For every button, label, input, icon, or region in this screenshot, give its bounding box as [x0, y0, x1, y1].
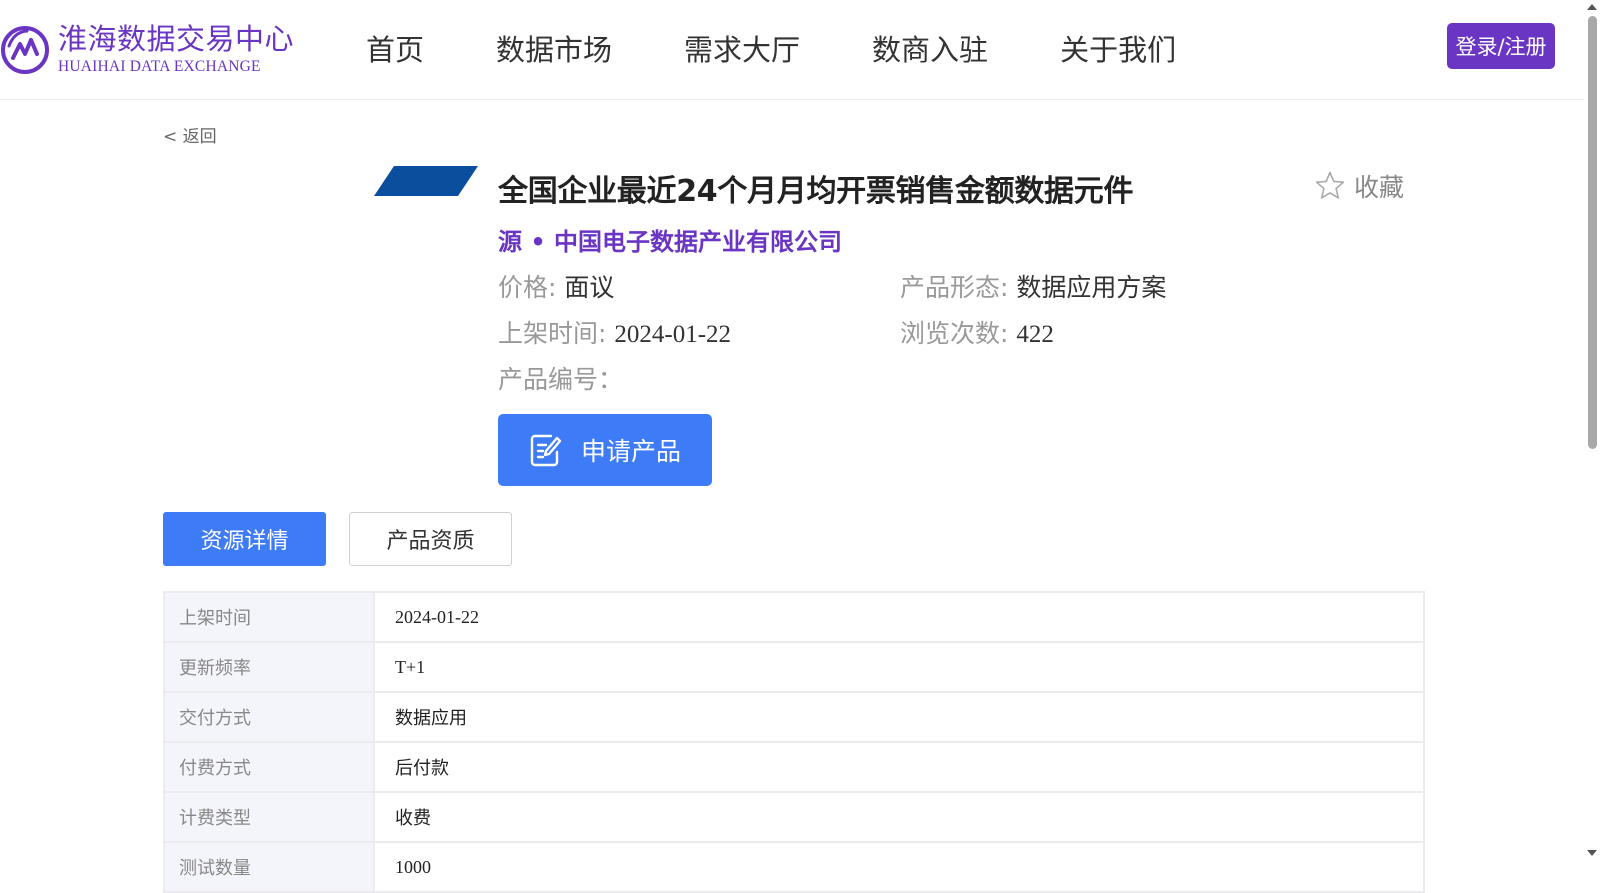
logo-english-name: HUAIHAI DATA EXCHANGE: [58, 58, 261, 75]
star-outline-icon: [1315, 171, 1345, 199]
scroll-up-arrow-icon[interactable]: [1587, 4, 1597, 10]
tab-product-qualification[interactable]: 产品资质: [349, 512, 512, 566]
code-info: 产品编号：: [498, 360, 623, 396]
form-value: 数据应用方案: [1016, 273, 1167, 302]
listed-value: 2024-01-22: [614, 321, 732, 348]
listed-info: 上架时间: 2024-01-22: [498, 314, 731, 350]
detail-value: 数据应用: [373, 691, 1425, 743]
apply-product-button[interactable]: 申请产品: [498, 414, 712, 486]
detail-value: T+1: [373, 641, 1425, 693]
views-info: 浏览次数: 422: [900, 314, 1054, 350]
detail-key: 付费方式: [163, 741, 375, 793]
price-label: 价格:: [498, 273, 565, 302]
table-row: 更新频率 T+1: [163, 641, 1425, 693]
table-row: 付费方式 后付款: [163, 741, 1425, 793]
nav-about-us[interactable]: 关于我们: [1060, 27, 1176, 69]
favorite-label: 收藏: [1354, 173, 1405, 202]
price-value: 面议: [564, 273, 615, 302]
detail-key: 更新频率: [163, 641, 375, 693]
page-scrollbar[interactable]: [1584, 0, 1600, 861]
detail-key: 交付方式: [163, 691, 375, 743]
back-link[interactable]: < 返回: [163, 122, 217, 147]
main-nav: 首页 数据市场 需求大厅 数商入驻 关于我们: [366, 26, 1248, 70]
scroll-thumb[interactable]: [1588, 16, 1597, 449]
apply-product-label: 申请产品: [580, 437, 681, 466]
tab-resource-details[interactable]: 资源详情: [163, 512, 326, 566]
huaihai-logo-icon: [1, 26, 49, 74]
detail-value: 1000: [373, 841, 1425, 893]
table-row: 上架时间 2024-01-22: [163, 591, 1425, 643]
favorite-button[interactable]: 收藏: [1314, 168, 1404, 204]
price-info: 价格: 面议: [498, 268, 614, 304]
table-row: 交付方式 数据应用: [163, 691, 1425, 743]
scroll-down-arrow-icon[interactable]: [1587, 850, 1597, 856]
nav-home[interactable]: 首页: [366, 27, 424, 69]
logo-chinese-name: 淮海数据交易中心: [58, 22, 295, 56]
detail-key: 测试数量: [163, 841, 375, 893]
views-value: 422: [1016, 321, 1054, 348]
form-info: 产品形态: 数据应用方案: [900, 268, 1166, 304]
logo-text: 淮海数据交易中心 HUAIHAI DATA EXCHANGE: [58, 22, 294, 78]
code-label: 产品编号：: [498, 365, 624, 394]
site-header: 淮海数据交易中心 HUAIHAI DATA EXCHANGE 首页 数据市场 需…: [0, 0, 1600, 100]
edit-document-icon: [530, 434, 562, 467]
detail-key: 上架时间: [163, 591, 375, 643]
product-thumbnail: [374, 166, 478, 196]
table-row: 计费类型 收费: [163, 791, 1425, 843]
detail-value: 收费: [373, 791, 1425, 843]
product-title: 全国企业最近24个月月均开票销售金额数据元件: [498, 174, 1134, 209]
product-source[interactable]: 源 • 中国电子数据产业有限公司: [498, 222, 842, 257]
detail-value: 2024-01-22: [373, 591, 1425, 643]
views-label: 浏览次数:: [900, 319, 1017, 348]
detail-key: 计费类型: [163, 791, 375, 843]
nav-merchant-join[interactable]: 数商入驻: [872, 27, 988, 69]
form-label: 产品形态:: [900, 273, 1017, 302]
detail-value: 后付款: [373, 741, 1425, 793]
details-table: 上架时间 2024-01-22 更新频率 T+1 交付方式 数据应用 付费方式 …: [163, 591, 1425, 893]
site-logo[interactable]: 淮海数据交易中心 HUAIHAI DATA EXCHANGE: [0, 22, 294, 78]
table-row: 测试数量 1000: [163, 841, 1425, 893]
listed-label: 上架时间:: [498, 319, 615, 348]
nav-data-market[interactable]: 数据市场: [496, 27, 612, 69]
nav-demand-hall[interactable]: 需求大厅: [684, 27, 800, 69]
login-register-button[interactable]: 登录/注册: [1447, 23, 1555, 69]
